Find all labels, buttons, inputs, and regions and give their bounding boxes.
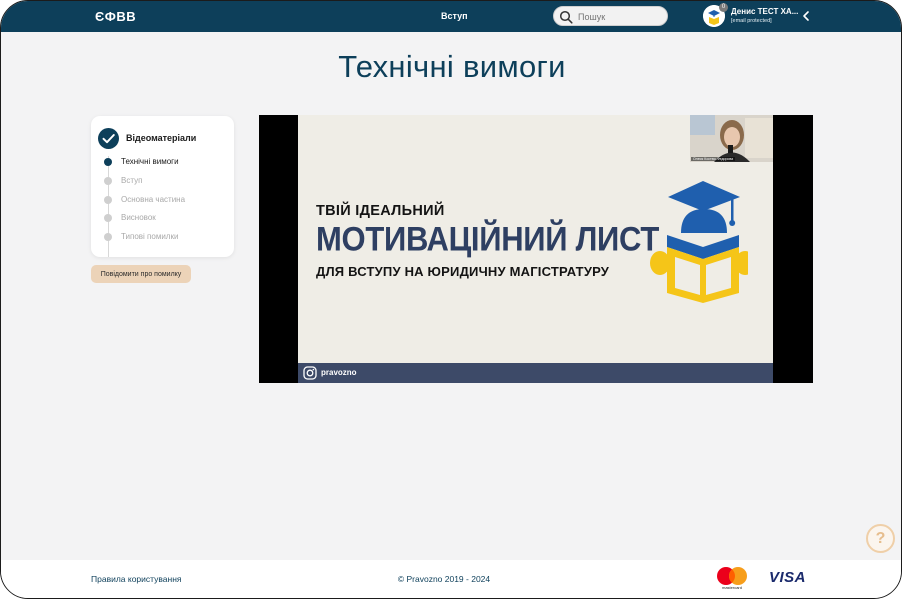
step-dot bbox=[104, 158, 112, 166]
app-window: ЄФВВ Вступ 0 Денис ТЕСТ ХА... [email pro… bbox=[0, 0, 902, 599]
page-title: Технічні вимоги bbox=[338, 49, 566, 84]
help-button[interactable]: ? bbox=[866, 524, 895, 553]
step-dot bbox=[104, 177, 112, 185]
lesson-steps-card: Відеоматеріали Технічні вимоги Вступ Осн… bbox=[91, 116, 234, 257]
section-title[interactable]: Відеоматеріали bbox=[126, 133, 196, 143]
check-circle-icon bbox=[98, 128, 119, 149]
slide-heading-line3: ДЛЯ ВСТУПУ НА ЮРИДИЧНУ МАГІСТРАТУРУ bbox=[316, 264, 610, 279]
step-label: Технічні вимоги bbox=[121, 157, 179, 166]
visa-logo: VISA bbox=[769, 569, 807, 586]
step-dot bbox=[104, 233, 112, 241]
video-frame: ТВІЙ ІДЕАЛЬНИЙ МОТИВАЦІЙНИЙ ЛИСТ ДЛЯ ВСТ… bbox=[298, 115, 773, 383]
step-label: Основна частина bbox=[121, 195, 186, 204]
webcam-overlay: Олеся Костюк-Федорова bbox=[690, 115, 773, 162]
site-logo[interactable]: ЄФВВ bbox=[95, 9, 136, 24]
notification-badge: 0 bbox=[719, 3, 728, 12]
presenter-image bbox=[690, 115, 773, 162]
chevron-left-icon[interactable] bbox=[801, 9, 811, 23]
webcam-name-label: Олеся Костюк-Федорова bbox=[691, 157, 736, 161]
top-navbar: ЄФВВ Вступ 0 Денис ТЕСТ ХА... [email pro… bbox=[1, 1, 901, 32]
copyright-text: © Pravozno 2019 - 2024 bbox=[397, 574, 491, 584]
video-player[interactable]: ТВІЙ ІДЕАЛЬНИЙ МОТИВАЦІЙНИЙ ЛИСТ ДЛЯ ВСТ… bbox=[259, 115, 813, 383]
step-label: Типові помилки bbox=[121, 232, 179, 241]
footer: Правила користування © Pravozno 2019 - 2… bbox=[1, 560, 901, 598]
search-box[interactable] bbox=[553, 6, 668, 26]
step-label: Вступ bbox=[121, 176, 143, 185]
graduate-book-icon bbox=[650, 181, 748, 303]
user-email: [email protected] bbox=[731, 18, 772, 24]
report-error-button[interactable]: Повідомити про помилку bbox=[91, 265, 191, 283]
slide-heading-line1: ТВІЙ ІДЕАЛЬНИЙ bbox=[316, 203, 445, 219]
search-input[interactable] bbox=[578, 10, 664, 23]
mastercard-text: mastercard bbox=[722, 585, 742, 590]
search-icon bbox=[559, 10, 573, 24]
step-dot bbox=[104, 214, 112, 222]
slide-footer-bar: pravozno bbox=[298, 363, 773, 383]
step-dot bbox=[104, 196, 112, 204]
instagram-icon bbox=[303, 366, 317, 380]
nav-link-admission[interactable]: Вступ bbox=[441, 11, 468, 21]
instagram-handle: pravozno bbox=[321, 368, 357, 377]
slide-heading-line2: МОТИВАЦІЙНИЙ ЛИСТ bbox=[316, 219, 659, 259]
steps-timeline-line bbox=[108, 156, 109, 257]
step-label: Висновок bbox=[121, 213, 156, 222]
mastercard-logo-icon: mastercard bbox=[717, 567, 747, 590]
user-name[interactable]: Денис ТЕСТ ХА... bbox=[731, 7, 798, 16]
